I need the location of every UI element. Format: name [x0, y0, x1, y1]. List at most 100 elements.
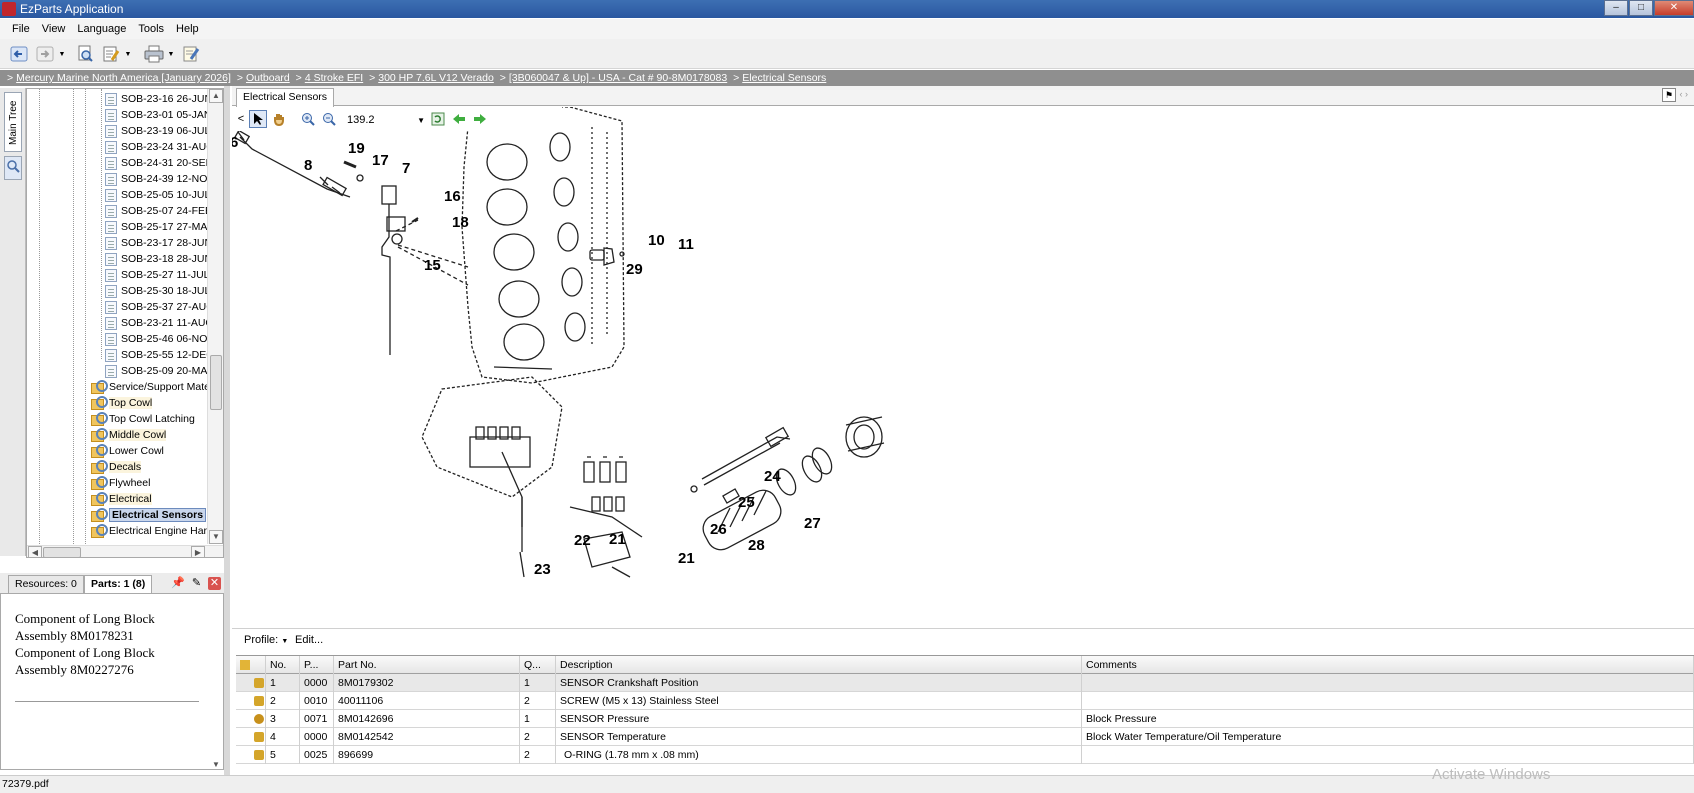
breadcrumb-item[interactable]: Outboard: [246, 72, 290, 84]
tree-doc-item[interactable]: SOB-23-17 28-JUN: [105, 235, 212, 251]
column-header[interactable]: Q...: [520, 656, 556, 674]
tree-folder-item[interactable]: Lower Cowl: [91, 443, 164, 459]
edit-profile-link[interactable]: Edit...: [295, 634, 323, 646]
table-row[interactable]: 5 0025 896699 2 O-RING (1.78 mm x .08 mm…: [236, 746, 1694, 764]
next-page-button[interactable]: [471, 110, 489, 128]
print-dropdown-icon[interactable]: ▼: [166, 43, 176, 65]
tree-folder-item[interactable]: Top Cowl: [91, 395, 153, 411]
breadcrumb-item[interactable]: Mercury Marine North America [January 20…: [16, 72, 231, 84]
tab-search[interactable]: [4, 156, 22, 180]
callout-label[interactable]: 17: [372, 152, 389, 169]
breadcrumb-item-current[interactable]: Electrical Sensors: [742, 72, 826, 84]
tab-scroll-icon[interactable]: ‹ ›: [1680, 89, 1689, 99]
column-header[interactable]: No.: [266, 656, 300, 674]
column-header[interactable]: Comments: [1082, 656, 1694, 674]
forward-button[interactable]: [34, 43, 56, 65]
tree-doc-item[interactable]: SOB-23-21 11-AUG: [105, 315, 214, 331]
callout-label[interactable]: 24: [764, 468, 781, 485]
callout-label[interactable]: 7: [402, 160, 410, 177]
tab-parts[interactable]: Parts: 1 (8): [84, 575, 153, 593]
callout-label[interactable]: 28: [748, 537, 765, 554]
column-header[interactable]: P...: [300, 656, 334, 674]
table-row[interactable]: 4 0000 8M0142542 2 SENSOR Temperature Bl…: [236, 728, 1694, 746]
profile-dropdown[interactable]: Profile: ▼: [244, 634, 288, 646]
tree-doc-item[interactable]: SOB-23-18 28-JUN: [105, 251, 212, 267]
callout-label[interactable]: 21: [609, 531, 626, 548]
select-tool-button[interactable]: [249, 110, 267, 128]
tab-electrical-sensors[interactable]: Electrical Sensors: [236, 88, 335, 107]
close-button[interactable]: ✕: [1654, 0, 1694, 16]
callout-label[interactable]: 8: [304, 157, 312, 174]
tree-doc-item[interactable]: SOB-23-16 26-JUN: [105, 91, 212, 107]
menu-view[interactable]: View: [36, 23, 72, 35]
tree-folder-item[interactable]: Top Cowl Latching: [91, 411, 195, 427]
zoom-in-button[interactable]: [299, 110, 317, 128]
callout-label[interactable]: 16: [444, 188, 461, 205]
maximize-button[interactable]: □: [1629, 0, 1653, 16]
tree-doc-item[interactable]: SOB-25-27 11-JUL: [105, 267, 210, 283]
table-row[interactable]: 3 0071 8M0142696 1 SENSOR Pressure Block…: [236, 710, 1694, 728]
back-button[interactable]: [8, 43, 30, 65]
tree-doc-item[interactable]: SOB-25-30 18-JUL: [105, 283, 210, 299]
callout-label[interactable]: 6: [232, 134, 238, 151]
tree-doc-item[interactable]: SOB-25-07 24-FEB: [105, 203, 212, 219]
scroll-left-icon[interactable]: ◀: [28, 546, 42, 557]
callout-label[interactable]: 26: [710, 521, 727, 538]
scroll-thumb[interactable]: [43, 547, 81, 557]
tree-doc-item[interactable]: SOB-23-19 06-JUL: [105, 123, 210, 139]
column-header[interactable]: Part No.: [334, 656, 520, 674]
tree-doc-item[interactable]: SOB-25-09 20-MA: [105, 363, 207, 379]
print-preview-button[interactable]: [74, 43, 96, 65]
scroll-right-icon[interactable]: ▶: [191, 546, 205, 557]
history-dropdown-icon[interactable]: ▼: [57, 43, 67, 65]
panel-splitter[interactable]: [224, 86, 230, 775]
tree-doc-item[interactable]: SOB-25-37 27-AUG: [105, 299, 214, 315]
breadcrumb-item[interactable]: 300 HP 7.6L V12 Verado: [378, 72, 494, 84]
callout-label[interactable]: 19: [348, 140, 365, 157]
tree-folder-item[interactable]: Decals: [91, 459, 142, 475]
pin-tab-icon[interactable]: ⚑: [1662, 88, 1676, 102]
minimize-button[interactable]: –: [1604, 0, 1628, 16]
refresh-button[interactable]: [429, 110, 447, 128]
tab-resources[interactable]: Resources: 0: [8, 575, 84, 593]
column-header[interactable]: Description: [556, 656, 1082, 674]
tree-doc-item[interactable]: SOB-25-46 06-NOV: [105, 331, 214, 347]
callout-label[interactable]: 15: [424, 257, 441, 274]
menu-language[interactable]: Language: [71, 23, 132, 35]
menu-help[interactable]: Help: [170, 23, 205, 35]
zoom-select[interactable]: 139.2 ▼: [341, 109, 429, 129]
callout-label[interactable]: 10: [648, 232, 665, 249]
tree-doc-item[interactable]: SOB-23-01 05-JAN: [105, 107, 211, 123]
callout-label[interactable]: 23: [534, 561, 551, 578]
tree-folder-item[interactable]: Electrical: [91, 491, 152, 507]
scroll-up-icon[interactable]: ▲: [209, 89, 223, 103]
breadcrumb-item[interactable]: 4 Stroke EFI: [305, 72, 363, 84]
callout-label[interactable]: 25: [738, 494, 755, 511]
close-panel-icon[interactable]: ✕: [208, 577, 221, 590]
tab-main-tree[interactable]: Main Tree: [4, 92, 22, 152]
tree-doc-item[interactable]: SOB-25-05 10-JUL: [105, 187, 210, 203]
scroll-thumb[interactable]: [210, 355, 222, 410]
callout-label[interactable]: 27: [804, 515, 821, 532]
previous-page-button[interactable]: [450, 110, 468, 128]
header-icon-column[interactable]: [236, 656, 266, 674]
pan-tool-button[interactable]: [270, 110, 288, 128]
print-button[interactable]: [143, 43, 165, 65]
edit-dropdown-icon[interactable]: ▼: [123, 43, 133, 65]
callout-label[interactable]: 11: [678, 236, 694, 253]
tree-doc-item[interactable]: SOB-25-55 12-DEC: [105, 347, 214, 363]
parts-diagram-viewer[interactable]: 6 8 19 17 7 16 18 15 10 11 29 24 25 26 2…: [232, 107, 1694, 625]
tree-folder-item[interactable]: Middle Cowl: [91, 427, 167, 443]
tree-doc-item[interactable]: SOB-24-31 20-SEP: [105, 155, 213, 171]
tree-doc-item[interactable]: SOB-23-24 31-AUG: [105, 139, 214, 155]
menu-tools[interactable]: Tools: [132, 23, 170, 35]
tree-folder-item[interactable]: Electrical Engine Harn: [91, 523, 213, 539]
callout-label[interactable]: 21: [678, 550, 695, 567]
panel-scroll-down-icon[interactable]: ▼: [209, 759, 223, 773]
tree-horizontal-scrollbar[interactable]: ◀ ▶: [27, 545, 223, 557]
callout-label[interactable]: 22: [574, 532, 591, 549]
parts-tree[interactable]: SOB-23-16 26-JUN SOB-23-01 05-JAN SOB-23…: [26, 88, 224, 558]
tree-vertical-scrollbar[interactable]: ▲ ▼: [207, 89, 223, 544]
breadcrumb-item[interactable]: [3B060047 & Up] - USA - Cat # 90-8M01780…: [509, 72, 727, 84]
scroll-down-icon[interactable]: ▼: [209, 530, 223, 544]
